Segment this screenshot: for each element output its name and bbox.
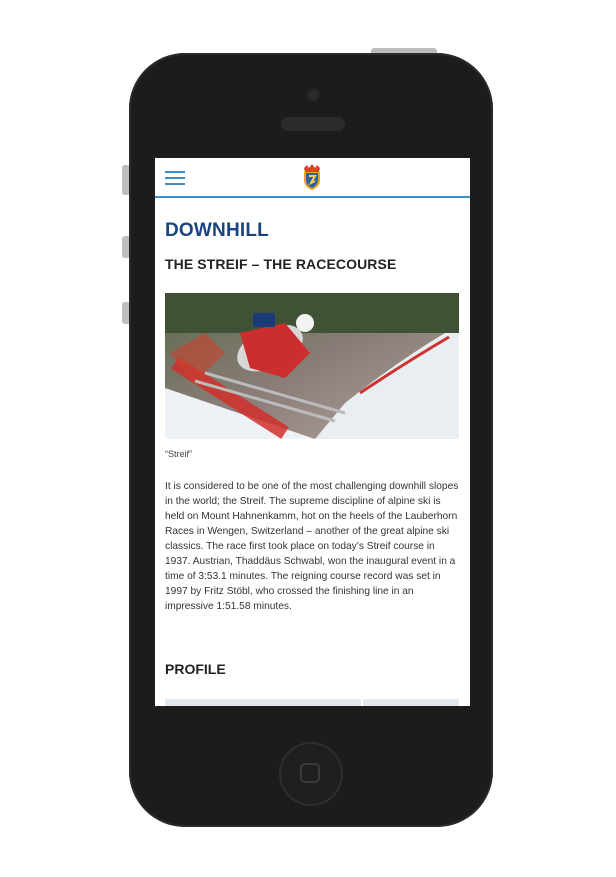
phone-screen: DOWNHILL THE STREIF – THE RACECOURSE “St… [155, 158, 470, 706]
club-crest-logo[interactable] [301, 164, 323, 190]
article-body: It is considered to be one of the most c… [165, 481, 459, 612]
page-title: DOWNHILL [165, 220, 269, 241]
earpiece-speaker [281, 117, 345, 131]
profile-table-header [165, 699, 459, 706]
home-button-icon [300, 763, 320, 783]
top-navigation-bar [155, 158, 470, 198]
image-caption: “Streif” [165, 449, 192, 459]
downhill-skier-photo [165, 293, 459, 439]
profile-heading: PROFILE [165, 661, 226, 677]
hamburger-icon[interactable] [165, 171, 185, 185]
section-subtitle: THE STREIF – THE RACECOURSE [165, 256, 397, 272]
front-camera [306, 88, 320, 102]
